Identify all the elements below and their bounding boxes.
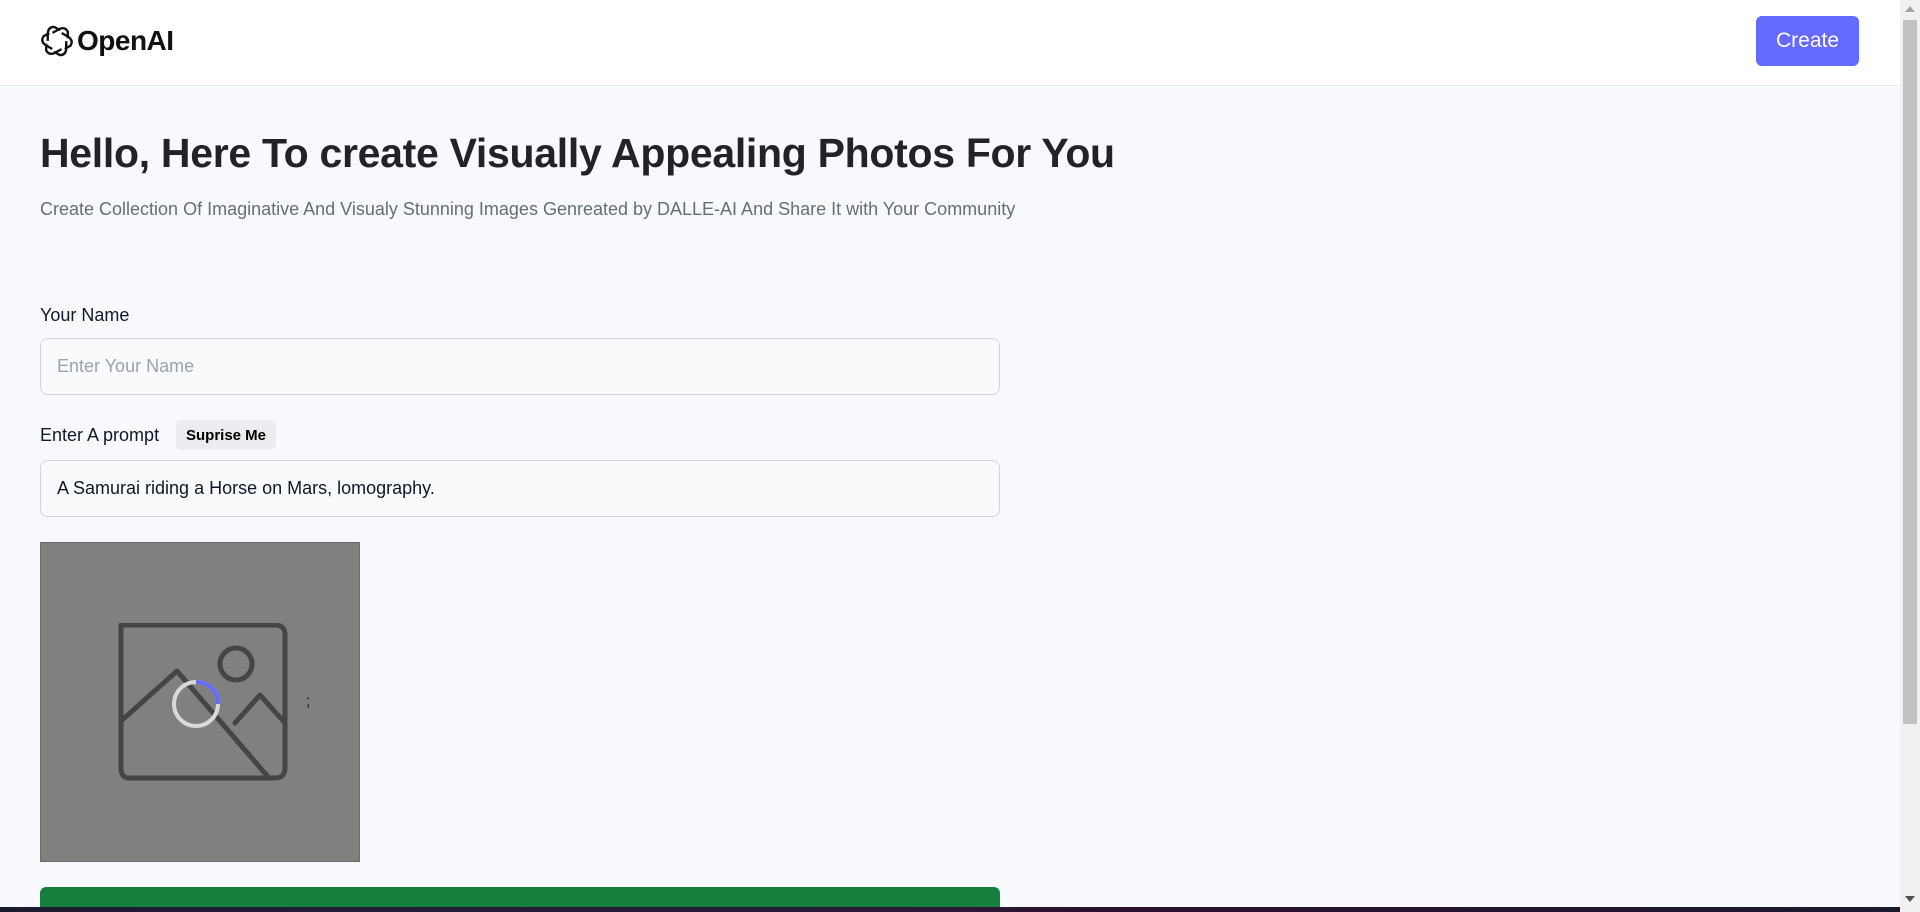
- vertical-scrollbar[interactable]: [1900, 0, 1920, 912]
- create-button[interactable]: Create: [1756, 16, 1859, 66]
- top-navbar: OpenAI Create: [0, 0, 1900, 86]
- scroll-down-icon[interactable]: [1900, 890, 1920, 907]
- page-subtitle: Create Collection Of Imaginative And Vis…: [40, 199, 1016, 219]
- page-title: Hello, Here To create Visually Appealing…: [40, 130, 1115, 176]
- name-label: Your Name: [40, 305, 130, 325]
- taskbar-strip: [0, 907, 1900, 912]
- logo-link[interactable]: OpenAI: [39, 23, 174, 59]
- prompt-label: Enter A prompt: [40, 425, 160, 445]
- openai-logo-icon: [41, 25, 73, 57]
- scroll-up-icon[interactable]: [1900, 0, 1920, 17]
- page: OpenAI Create Hello, Here To create Visu…: [0, 0, 1900, 912]
- scroll-thumb[interactable]: [1903, 20, 1917, 724]
- logo-text: OpenAI: [77, 25, 174, 56]
- name-input[interactable]: [40, 338, 1000, 395]
- stray-text: ;: [306, 693, 311, 710]
- prompt-input[interactable]: [40, 460, 1000, 517]
- surprise-me-button[interactable]: Suprise Me: [176, 420, 277, 450]
- loading-spinner-icon: [172, 680, 220, 728]
- image-preview: ;: [40, 542, 360, 862]
